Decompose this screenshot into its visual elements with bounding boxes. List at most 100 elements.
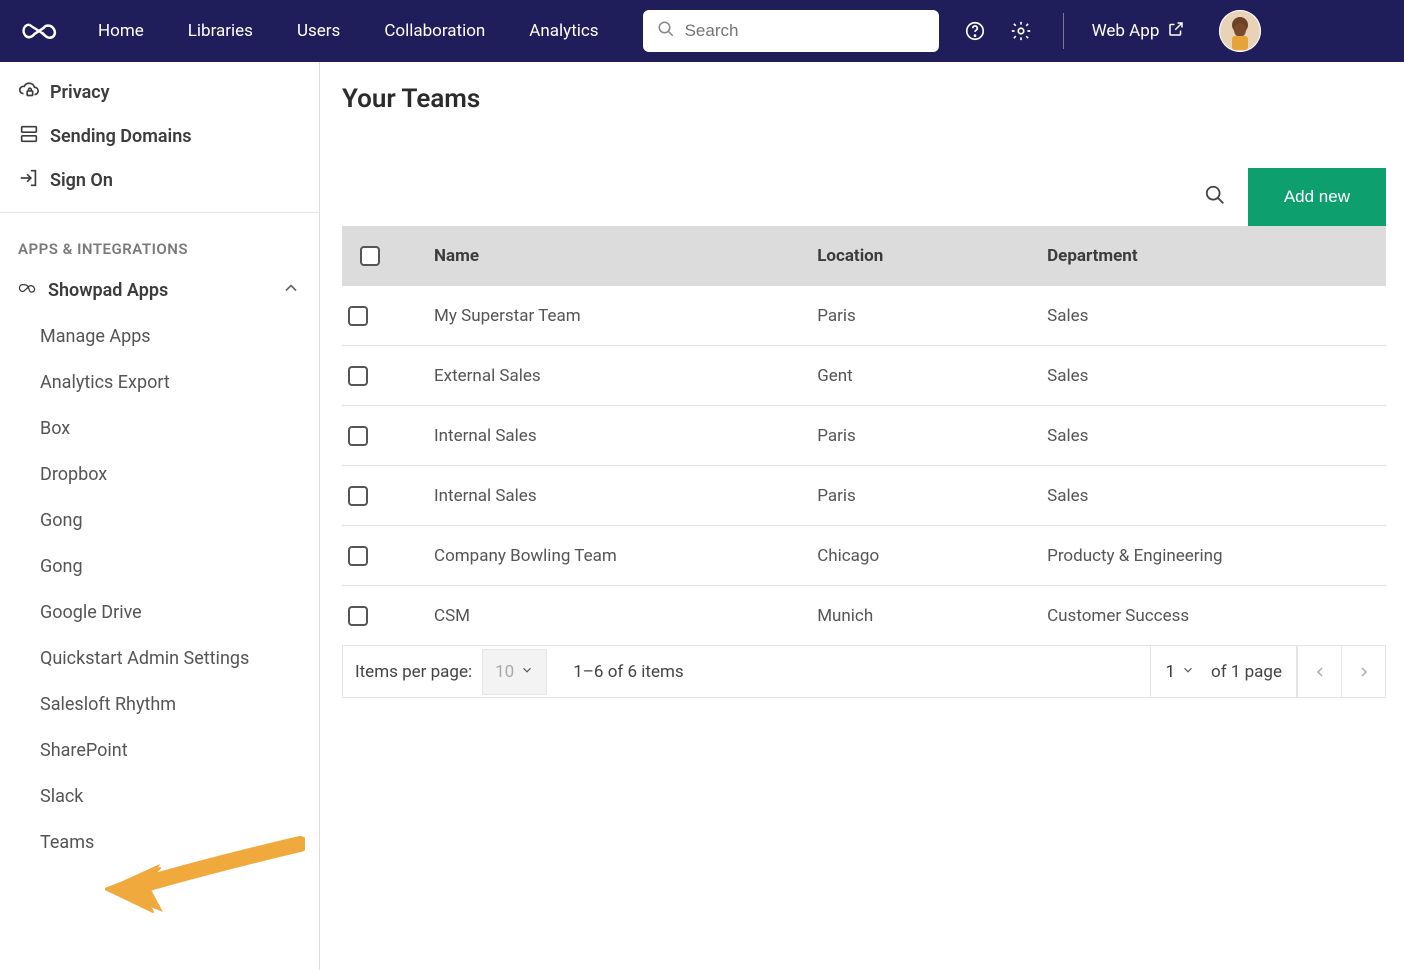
table-header: Name Location Department bbox=[342, 226, 1386, 286]
nav-users[interactable]: Users bbox=[275, 0, 362, 62]
teams-table: Name Location Department My Superstar Te… bbox=[342, 226, 1386, 698]
sidebar-sub-teams[interactable]: Teams bbox=[0, 819, 319, 865]
table-search-button[interactable] bbox=[1204, 184, 1226, 210]
next-page-button[interactable] bbox=[1341, 646, 1385, 698]
cell-name: Internal Sales bbox=[428, 426, 811, 446]
sidebar-group-showpad-apps[interactable]: Showpad Apps bbox=[0, 267, 319, 313]
logo-icon bbox=[20, 12, 58, 50]
cell-location: Chicago bbox=[811, 546, 1041, 566]
avatar[interactable] bbox=[1219, 10, 1261, 52]
table-row[interactable]: Internal SalesParisSales bbox=[342, 466, 1386, 526]
items-per-page-value: 10 bbox=[495, 662, 514, 682]
add-new-button[interactable]: Add new bbox=[1248, 168, 1386, 226]
col-location[interactable]: Location bbox=[811, 246, 1041, 266]
sidebar-item-label: Sign On bbox=[50, 170, 113, 191]
cloud-lock-icon bbox=[18, 79, 40, 106]
web-app-link[interactable]: Web App bbox=[1092, 20, 1186, 43]
chevron-down-icon bbox=[1181, 662, 1195, 682]
signin-icon bbox=[18, 167, 40, 194]
cell-name: Internal Sales bbox=[428, 486, 811, 506]
chevron-up-icon bbox=[281, 278, 301, 303]
sidebar-sub-manage-apps[interactable]: Manage Apps bbox=[0, 313, 319, 359]
col-department[interactable]: Department bbox=[1041, 246, 1386, 266]
cell-name: CSM bbox=[428, 606, 811, 626]
col-name[interactable]: Name bbox=[428, 246, 811, 266]
page-number-value: 1 bbox=[1165, 662, 1175, 682]
search-input[interactable] bbox=[685, 21, 939, 41]
main-content: Your Teams Add new Name Location Departm… bbox=[320, 62, 1404, 970]
table-row[interactable]: CSMMunichCustomer Success bbox=[342, 586, 1386, 646]
infinity-icon bbox=[18, 278, 38, 303]
sidebar-sub-analytics-export[interactable]: Analytics Export bbox=[0, 359, 319, 405]
cell-department: Sales bbox=[1041, 366, 1386, 386]
sidebar-sub-sharepoint[interactable]: SharePoint bbox=[0, 727, 319, 773]
prev-page-button[interactable] bbox=[1297, 646, 1341, 698]
table-row[interactable]: My Superstar TeamParisSales bbox=[342, 286, 1386, 346]
toolbar: Add new bbox=[342, 168, 1386, 226]
page-title: Your Teams bbox=[342, 84, 1386, 114]
items-per-page-select[interactable]: 10 bbox=[482, 649, 547, 695]
search-icon bbox=[643, 20, 685, 42]
nav-right: Web App bbox=[961, 10, 1262, 52]
sidebar-heading: APPS & INTEGRATIONS bbox=[0, 231, 319, 267]
divider bbox=[0, 212, 319, 213]
sidebar-sub-slack[interactable]: Slack bbox=[0, 773, 319, 819]
row-checkbox[interactable] bbox=[348, 366, 368, 386]
cell-name: My Superstar Team bbox=[428, 306, 811, 326]
sidebar-item-label: Sending Domains bbox=[50, 126, 192, 147]
cell-name: Company Bowling Team bbox=[428, 546, 811, 566]
sidebar-item-sending-domains[interactable]: Sending Domains bbox=[0, 114, 319, 158]
cell-department: Sales bbox=[1041, 426, 1386, 446]
sidebar-item-privacy[interactable]: Privacy bbox=[0, 70, 319, 114]
row-checkbox[interactable] bbox=[348, 486, 368, 506]
cell-department: Customer Success bbox=[1041, 606, 1386, 626]
table-row[interactable]: Company Bowling TeamChicagoProducty & En… bbox=[342, 526, 1386, 586]
web-app-label: Web App bbox=[1092, 21, 1160, 41]
nav-libraries[interactable]: Libraries bbox=[166, 0, 275, 62]
cell-department: Sales bbox=[1041, 486, 1386, 506]
cell-location: Paris bbox=[811, 486, 1041, 506]
select-all-checkbox[interactable] bbox=[360, 246, 380, 266]
table-row[interactable]: External SalesGentSales bbox=[342, 346, 1386, 406]
row-checkbox[interactable] bbox=[348, 306, 368, 326]
search-box[interactable] bbox=[643, 10, 939, 52]
cell-department: Producty & Engineering bbox=[1041, 546, 1386, 566]
cell-location: Munich bbox=[811, 606, 1041, 626]
sidebar-sub-gong-2[interactable]: Gong bbox=[0, 543, 319, 589]
items-per-page-label: Items per page: bbox=[355, 662, 472, 682]
nav-collaboration[interactable]: Collaboration bbox=[362, 0, 507, 62]
row-checkbox[interactable] bbox=[348, 606, 368, 626]
divider bbox=[1063, 13, 1064, 49]
range-label: 1–6 of 6 items bbox=[573, 662, 683, 682]
page-number-select[interactable]: 1 of 1 page bbox=[1150, 646, 1297, 698]
pagination: Items per page: 10 1–6 of 6 items 1 of 1… bbox=[342, 646, 1386, 698]
settings-icon[interactable] bbox=[1007, 17, 1035, 45]
row-checkbox[interactable] bbox=[348, 546, 368, 566]
of-pages-label: of 1 page bbox=[1211, 662, 1282, 682]
sidebar-group-label: Showpad Apps bbox=[48, 280, 168, 301]
sidebar-sub-dropbox[interactable]: Dropbox bbox=[0, 451, 319, 497]
sidebar-sub-gong[interactable]: Gong bbox=[0, 497, 319, 543]
cell-department: Sales bbox=[1041, 306, 1386, 326]
cell-location: Paris bbox=[811, 306, 1041, 326]
sidebar-sub-box[interactable]: Box bbox=[0, 405, 319, 451]
row-checkbox[interactable] bbox=[348, 426, 368, 446]
sidebar-item-sign-on[interactable]: Sign On bbox=[0, 158, 319, 202]
sidebar-item-label: Privacy bbox=[50, 82, 110, 103]
nav-analytics[interactable]: Analytics bbox=[507, 0, 620, 62]
table-row[interactable]: Internal SalesParisSales bbox=[342, 406, 1386, 466]
server-icon bbox=[18, 123, 40, 150]
sidebar: Privacy Sending Domains Sign On APPS & I… bbox=[0, 62, 320, 970]
sidebar-sub-salesloft-rhythm[interactable]: Salesloft Rhythm bbox=[0, 681, 319, 727]
sidebar-sub-google-drive[interactable]: Google Drive bbox=[0, 589, 319, 635]
external-link-icon bbox=[1167, 20, 1185, 43]
nav-home[interactable]: Home bbox=[76, 0, 166, 62]
sidebar-sub-quickstart-admin-settings[interactable]: Quickstart Admin Settings bbox=[0, 635, 319, 681]
cell-location: Paris bbox=[811, 426, 1041, 446]
cell-name: External Sales bbox=[428, 366, 811, 386]
top-nav: Home Libraries Users Collaboration Analy… bbox=[0, 0, 1404, 62]
help-icon[interactable] bbox=[961, 17, 989, 45]
cell-location: Gent bbox=[811, 366, 1041, 386]
chevron-down-icon bbox=[520, 662, 534, 682]
nav-links: Home Libraries Users Collaboration Analy… bbox=[76, 0, 621, 62]
